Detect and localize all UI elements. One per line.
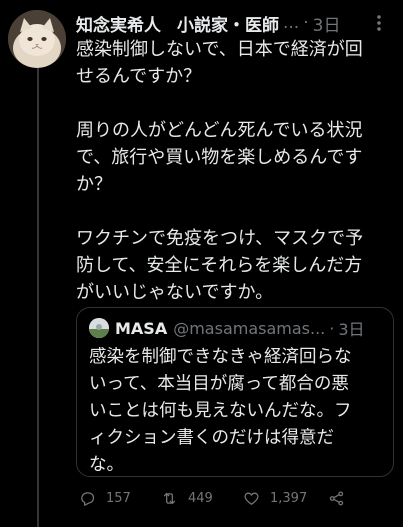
- tweet-line: 感染制御しないで、日本で経済が回: [76, 39, 363, 60]
- author-title[interactable]: 小説家・医師: [177, 11, 279, 36]
- separator-dot: ·: [303, 13, 309, 33]
- quote-author-handle[interactable]: @masamasamas...: [173, 319, 325, 338]
- cat-avatar-image: [8, 10, 66, 68]
- tweet-header: 知念実希人 小説家・医師 ... · 3日: [76, 11, 396, 36]
- author-name[interactable]: 知念実希人: [76, 11, 161, 36]
- tweet-line: がいいじゃないですか。: [76, 282, 274, 303]
- thread-line: [37, 62, 39, 527]
- reply-button[interactable]: 157: [79, 488, 131, 508]
- quote-line: ィクション書くのだけは得意だ: [89, 428, 334, 448]
- quoted-tweet[interactable]: MASA @masamasamas... · 3日 感染を制御できなきゃ経済回ら…: [76, 307, 394, 477]
- quote-text: 感染を制御できなきゃ経済回らな いって、本当目が腐って都合の悪 いことは何も見え…: [89, 344, 387, 479]
- quote-author-name[interactable]: MASA: [115, 319, 167, 338]
- like-count: 1,397: [270, 490, 308, 506]
- tweet-line: 周りの人がどんどん死んでいる状況: [76, 120, 363, 141]
- tweet-actions: 157 449 1,397: [76, 488, 376, 508]
- reply-icon: [81, 491, 95, 506]
- share-icon: [329, 490, 344, 506]
- tweet-line: ワクチンで免疫をつけ、マスクで予: [76, 228, 364, 249]
- retweet-button[interactable]: 449: [161, 488, 213, 508]
- share-button[interactable]: [328, 488, 355, 508]
- quote-line: いことは何も見えないんだな。フ: [89, 401, 352, 421]
- author-avatar[interactable]: [8, 10, 66, 68]
- reply-count: 157: [106, 490, 131, 506]
- separator-dot: ·: [329, 318, 335, 338]
- quote-line: いって、本当目が腐って都合の悪: [89, 374, 349, 394]
- quote-author-avatar[interactable]: [89, 318, 109, 338]
- tweet-line: せるんですか？: [76, 66, 202, 87]
- retweet-icon: [163, 492, 176, 504]
- like-button[interactable]: 1,397: [243, 488, 307, 508]
- tweet-time[interactable]: 3日: [313, 11, 341, 36]
- name-truncation: ...: [283, 13, 300, 33]
- quote-time[interactable]: 3日: [338, 316, 364, 340]
- heart-icon: [244, 492, 259, 505]
- quote-line: 感染を制御できなきゃ経済回らな: [89, 347, 352, 367]
- quote-header: MASA @masamasamas... · 3日: [89, 316, 389, 340]
- retweet-count: 449: [188, 490, 213, 506]
- tweet-line: で、旅行や買い物を楽しめるんです: [76, 147, 363, 168]
- tweet-line: か？: [76, 174, 112, 195]
- tweet-text: 感染制御しないで、日本で経済が回 せるんですか？ 周りの人がどんどん死んでいる状…: [76, 36, 394, 306]
- more-vertical-icon[interactable]: [372, 12, 386, 34]
- quote-line: な。: [89, 455, 124, 475]
- tweet-line: 防して、安全にそれらを楽しんだ方: [76, 255, 363, 276]
